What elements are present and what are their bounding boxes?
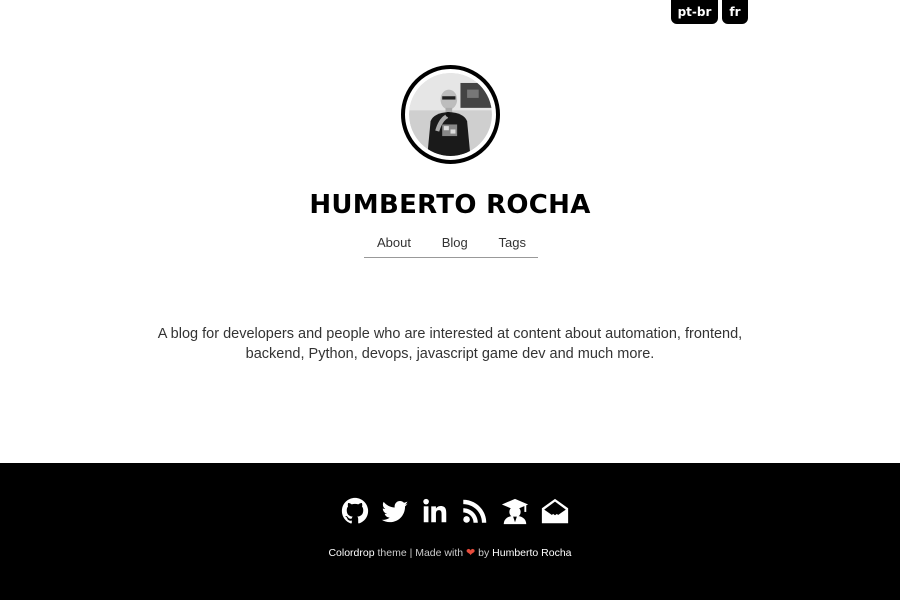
author-link[interactable]: Humberto Rocha — [492, 547, 571, 559]
nav-item-about[interactable]: About — [377, 234, 411, 257]
linkedin-link[interactable] — [420, 495, 450, 527]
nav-item-blog[interactable]: Blog — [442, 234, 468, 257]
linkedin-icon — [423, 498, 447, 523]
language-switcher: pt-br fr — [671, 0, 748, 24]
avatar-photo — [409, 73, 492, 156]
email-icon — [541, 498, 569, 524]
theme-link[interactable]: Colordrop — [328, 547, 374, 559]
academic-link[interactable] — [500, 495, 530, 527]
social-links — [340, 495, 570, 527]
email-link[interactable] — [540, 495, 570, 527]
site-description: A blog for developers and people who are… — [157, 326, 743, 362]
footer-credits: Colordrop theme | Made with ❤ by Humbert… — [0, 546, 900, 559]
github-link[interactable] — [340, 495, 370, 527]
heart-icon: ❤ — [466, 547, 476, 559]
language-pt-br-button[interactable]: pt-br — [671, 0, 718, 24]
nav-item-tags[interactable]: Tags — [499, 234, 526, 257]
credits-by: by — [475, 547, 493, 559]
avatar — [401, 65, 500, 164]
language-fr-button[interactable]: fr — [722, 0, 748, 24]
footer: Colordrop theme | Made with ❤ by Humbert… — [0, 463, 900, 600]
site-title: HUMBERTO ROCHA — [309, 190, 591, 220]
credits-text: theme | Made with — [374, 547, 466, 559]
twitter-link[interactable] — [380, 495, 410, 527]
graduation-icon — [501, 498, 529, 525]
github-icon — [341, 497, 369, 524]
rss-link[interactable] — [460, 495, 490, 527]
main-nav: About Blog Tags — [364, 234, 538, 258]
twitter-icon — [381, 500, 409, 523]
rss-icon — [463, 499, 487, 523]
